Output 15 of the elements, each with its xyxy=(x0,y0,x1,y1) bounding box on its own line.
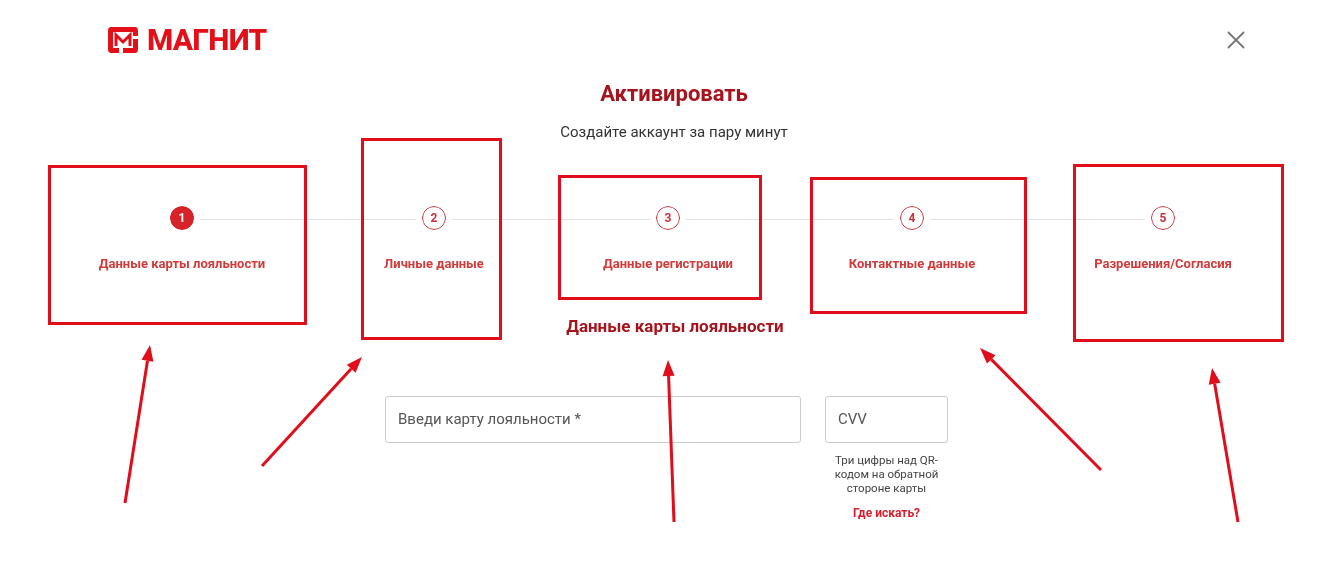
loyalty-card-field[interactable]: Введи карту лояльности * xyxy=(385,395,801,443)
help-link[interactable]: Где искать? xyxy=(852,503,921,522)
logo-text: МАГНИТ xyxy=(147,25,267,55)
step-label: Разрешения/Согласия xyxy=(1094,255,1232,273)
cvv-hint: Три цифры над QR-кодом на обратной стороне карты xyxy=(833,452,940,495)
close-icon xyxy=(1227,31,1245,49)
step-label: Данные регистрации xyxy=(603,255,733,273)
logo-icon xyxy=(107,25,139,55)
subtitle: Создайте аккаунт за пару минут xyxy=(559,122,789,142)
step-label: Личные данные xyxy=(384,255,484,273)
step-label: Контактные данные xyxy=(848,255,976,273)
cvv-field[interactable]: CVV xyxy=(825,395,948,443)
page-title: Активировать xyxy=(599,80,749,108)
section-title: Данные карты лояльности xyxy=(565,314,785,338)
step-label: Данные карты лояльности xyxy=(98,255,266,273)
